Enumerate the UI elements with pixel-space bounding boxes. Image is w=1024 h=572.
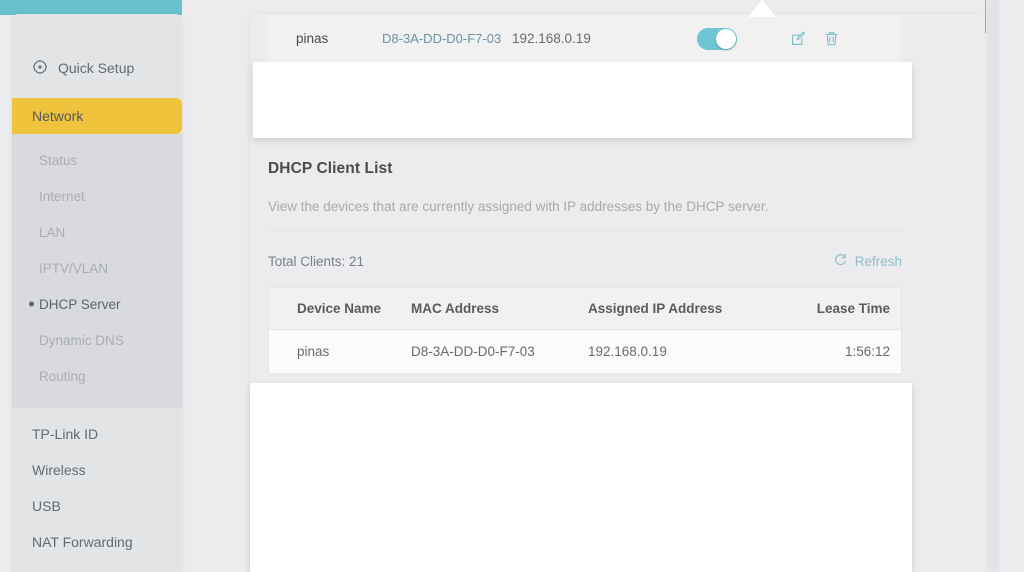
sidebar-item-label-network: Network: [32, 108, 84, 124]
table-row[interactable]: pinas D8-3A-DD-D0-F7-03 192.168.0.19 1:5…: [269, 330, 901, 374]
reservation-row: pinas D8-3A-DD-D0-F7-03 192.168.0.19: [268, 15, 900, 63]
sidebar-item-label-internet: Internet: [39, 188, 85, 204]
edit-icon[interactable]: [790, 30, 807, 47]
dhcp-client-list-section: DHCP Client List View the devices that a…: [268, 160, 902, 375]
page-right-gutter: [1000, 0, 1024, 572]
page-title: DHCP Client List: [268, 160, 393, 177]
sidebar-item-quick-setup[interactable]: Quick Setup: [12, 52, 182, 84]
sidebar-item-label-routing: Routing: [39, 368, 86, 384]
sidebar-item-label-dynamic-dns: Dynamic DNS: [39, 332, 124, 348]
sidebar-item-label-status: Status: [39, 152, 78, 168]
column-header-lease-time: Lease Time: [816, 301, 890, 316]
sidebar-item-label-quick-setup: Quick Setup: [58, 60, 135, 76]
sidebar-item-homeshield[interactable]: HomeShield: [12, 560, 182, 572]
overlay-panel-bottom: [250, 383, 912, 572]
gear-icon: [32, 59, 48, 78]
trash-icon[interactable]: [823, 30, 840, 47]
column-header-mac-address: MAC Address: [411, 301, 500, 316]
sidebar-item-lan[interactable]: LAN: [12, 214, 182, 250]
refresh-button[interactable]: Refresh: [833, 252, 902, 270]
reservation-device-name: pinas: [296, 31, 329, 46]
sidebar-item-status[interactable]: Status: [12, 142, 182, 178]
sidebar-item-network[interactable]: Network: [12, 98, 182, 134]
sidebar-item-label-iptv-vlan: IPTV/VLAN: [39, 260, 109, 276]
dhcp-client-table: Device Name MAC Address Assigned IP Addr…: [268, 287, 902, 375]
reservation-actions: [772, 30, 900, 47]
scrollbar-thumb[interactable]: [987, 0, 999, 572]
sidebar-item-wireless[interactable]: Wireless: [12, 452, 182, 488]
section-description: View the devices that are currently assi…: [268, 199, 902, 231]
column-header-assigned-ip: Assigned IP Address: [588, 301, 723, 316]
cell-assigned-ip: 192.168.0.19: [588, 344, 667, 359]
sidebar-item-label-lan: LAN: [39, 224, 66, 240]
refresh-icon: [833, 252, 848, 270]
cell-device-name: pinas: [297, 344, 330, 359]
sidebar-item-iptv-vlan[interactable]: IPTV/VLAN: [12, 250, 182, 286]
table-header-row: Device Name MAC Address Assigned IP Addr…: [269, 288, 901, 330]
sidebar-item-label-wireless: Wireless: [32, 462, 86, 478]
reservation-enable-toggle[interactable]: [697, 27, 737, 50]
sidebar-item-dynamic-dns[interactable]: Dynamic DNS: [12, 322, 182, 358]
reservation-toggle-cell: [662, 27, 772, 50]
reservation-ip-address: 192.168.0.19: [512, 31, 591, 46]
column-header-device-name: Device Name: [297, 301, 382, 316]
reservation-mac-address: D8-3A-DD-D0-F7-03: [382, 31, 502, 46]
sidebar-item-internet[interactable]: Internet: [12, 178, 182, 214]
sidebar-item-usb[interactable]: USB: [12, 488, 182, 524]
tooltip-pointer-icon: [748, 0, 776, 17]
router-admin-page: pinas D8-3A-DD-D0-F7-03 192.168.0.19 DHC…: [0, 0, 1024, 572]
sidebar-item-label-tp-link-id: TP-Link ID: [32, 426, 99, 442]
sidebar: Quick Setup Network Status Internet LAN …: [12, 14, 182, 572]
sidebar-item-dhcp-server[interactable]: DHCP Server: [12, 286, 182, 322]
sidebar-item-label-dhcp-server: DHCP Server: [39, 296, 121, 312]
total-clients-label: Total Clients: 21: [268, 253, 365, 269]
overlay-panel-top: [253, 62, 912, 138]
sidebar-item-nat-forwarding[interactable]: NAT Forwarding: [12, 524, 182, 560]
list-toolbar: Total Clients: 21 Refresh: [268, 251, 902, 271]
sidebar-submenu-network: Status Internet LAN IPTV/VLAN DHCP Serve…: [12, 134, 182, 408]
toggle-knob: [716, 28, 736, 49]
cell-mac-address: D8-3A-DD-D0-F7-03: [411, 344, 535, 359]
sidebar-item-label-usb: USB: [32, 498, 61, 514]
cell-lease-time: 1:56:12: [844, 344, 890, 359]
sidebar-item-routing[interactable]: Routing: [12, 358, 182, 394]
sidebar-item-label-nat-forwarding: NAT Forwarding: [32, 534, 133, 550]
sidebar-item-tp-link-id[interactable]: TP-Link ID: [12, 416, 182, 452]
refresh-label: Refresh: [854, 253, 902, 269]
